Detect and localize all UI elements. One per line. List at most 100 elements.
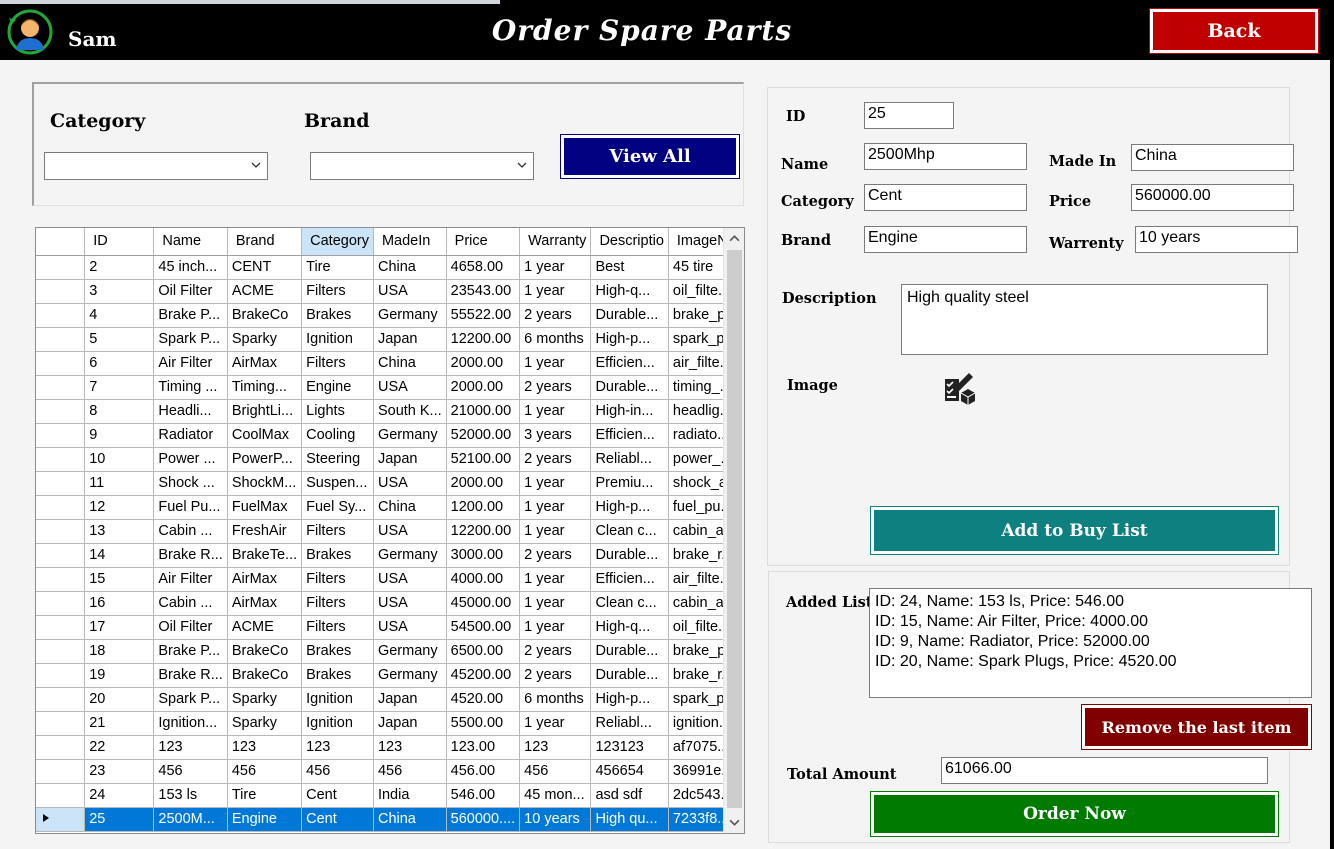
cell-descriptio[interactable]: Reliabl... (590, 711, 669, 736)
cell-madein[interactable]: Germany (373, 303, 447, 328)
cell-madein[interactable]: China (373, 495, 447, 520)
cell-madein[interactable]: China (373, 255, 447, 280)
cell-warranty[interactable]: 2 years (519, 375, 592, 400)
cell-id[interactable]: 10 (84, 447, 155, 472)
cell-price[interactable]: 3000.00 (446, 543, 521, 568)
cell-name[interactable]: Oil Filter (153, 279, 228, 304)
cell-category[interactable]: Steering (301, 447, 374, 472)
row-selector[interactable] (36, 639, 86, 664)
id-field[interactable]: 25 (864, 102, 954, 129)
cell-name[interactable]: Shock ... (153, 471, 228, 496)
cell-name[interactable]: Oil Filter (153, 615, 228, 640)
cell-category[interactable]: Cent (301, 807, 374, 832)
cell-name[interactable]: Power ... (153, 447, 228, 472)
cell-name[interactable]: Fuel Pu... (153, 495, 228, 520)
cell-brand[interactable]: ACME (227, 279, 303, 304)
cell-price[interactable]: 2000.00 (446, 471, 521, 496)
cell-name[interactable]: Air Filter (153, 351, 228, 376)
cell-brand[interactable]: BrightLi... (227, 399, 303, 424)
added-list-item[interactable]: ID: 9, Name: Radiator, Price: 52000.00 (875, 632, 1306, 652)
cell-category[interactable]: 456 (301, 759, 374, 784)
cell-category[interactable]: Fuel Sy... (301, 495, 374, 520)
cell-brand[interactable]: Engine (227, 807, 303, 832)
cell-warranty[interactable]: 1 year (519, 471, 592, 496)
cell-id[interactable]: 13 (84, 519, 155, 544)
cell-price[interactable]: 52000.00 (446, 423, 521, 448)
added-items-list[interactable]: ID: 24, Name: 153 ls, Price: 546.00 ID: 1… (869, 588, 1312, 698)
row-selector[interactable] (36, 423, 86, 448)
cell-price[interactable]: 21000.00 (446, 399, 521, 424)
cell-category[interactable]: Filters (301, 519, 374, 544)
cell-brand[interactable]: BrakeCo (227, 303, 303, 328)
row-selector[interactable] (36, 783, 86, 808)
cell-madein[interactable]: Japan (373, 711, 447, 736)
row-selector[interactable] (36, 471, 86, 496)
cell-madein[interactable]: Germany (373, 423, 447, 448)
cell-id[interactable]: 5 (84, 327, 155, 352)
cell-warranty[interactable]: 1 year (519, 711, 592, 736)
cell-warranty[interactable]: 2 years (519, 303, 592, 328)
cell-descriptio[interactable]: Efficien... (590, 423, 669, 448)
cell-id[interactable]: 2 (84, 255, 155, 280)
table-row[interactable]: 4 Brake P... BrakeCo Brakes Germany 55522.00 2… (36, 303, 744, 328)
cell-brand[interactable]: Sparky (227, 687, 303, 712)
cell-id[interactable]: 25 (84, 807, 155, 832)
cell-name[interactable]: Cabin ... (153, 591, 228, 616)
cell-id[interactable]: 14 (84, 543, 155, 568)
row-selector[interactable] (36, 567, 86, 592)
cell-warranty[interactable]: 2 years (519, 447, 592, 472)
cell-brand[interactable]: BrakeTe... (227, 543, 303, 568)
row-selector[interactable] (36, 495, 86, 520)
row-selector[interactable] (36, 327, 86, 352)
table-row[interactable]: 9 Radiator CoolMax Cooling Germany 52000.00 3 … (36, 423, 744, 448)
row-selector[interactable] (36, 255, 86, 280)
cell-price[interactable]: 546.00 (446, 783, 521, 808)
category-field[interactable]: Cent (864, 184, 1027, 211)
row-selector[interactable] (36, 519, 86, 544)
cell-name[interactable]: 2500M... (153, 807, 228, 832)
row-selector[interactable] (36, 447, 86, 472)
table-row[interactable]: 13 Cabin ... FreshAir Filters USA 12200.00 1 y… (36, 519, 744, 544)
cell-brand[interactable]: ACME (227, 615, 303, 640)
cell-category[interactable]: Filters (301, 351, 374, 376)
total-amount-field[interactable]: 61066.00 (941, 757, 1268, 784)
cell-brand[interactable]: AirMax (227, 591, 303, 616)
cell-warranty[interactable]: 6 months (519, 327, 592, 352)
cell-descriptio[interactable]: High-in... (590, 399, 669, 424)
parts-data-grid[interactable]: ID Name Brand Category MadeIn Price Warranty De… (35, 227, 745, 834)
cell-name[interactable]: Headli... (153, 399, 228, 424)
cell-name[interactable]: Brake R... (153, 543, 228, 568)
description-field[interactable]: High quality steel (901, 284, 1268, 355)
cell-id[interactable]: 12 (84, 495, 155, 520)
row-selector[interactable] (36, 807, 86, 832)
cell-brand[interactable]: Timing... (227, 375, 303, 400)
row-selector[interactable] (36, 303, 86, 328)
cell-descriptio[interactable]: Durable... (590, 303, 669, 328)
cell-madein[interactable]: Japan (373, 687, 447, 712)
cell-name[interactable]: Brake P... (153, 303, 228, 328)
row-selector[interactable] (36, 351, 86, 376)
cell-id[interactable]: 4 (84, 303, 155, 328)
cell-id[interactable]: 8 (84, 399, 155, 424)
price-field[interactable]: 560000.00 (1131, 184, 1294, 211)
cell-descriptio[interactable]: Clean c... (590, 519, 669, 544)
cell-price[interactable]: 6500.00 (446, 639, 521, 664)
scroll-thumb[interactable] (727, 250, 742, 808)
cell-category[interactable]: Engine (301, 375, 374, 400)
cell-warranty[interactable]: 3 years (519, 423, 592, 448)
row-selector[interactable] (36, 279, 86, 304)
cell-descriptio[interactable]: 123123 (590, 735, 669, 760)
row-selector[interactable] (36, 687, 86, 712)
cell-name[interactable]: Radiator (153, 423, 228, 448)
cell-id[interactable]: 23 (84, 759, 155, 784)
cell-madein[interactable]: South K... (373, 399, 447, 424)
cell-descriptio[interactable]: High-p... (590, 687, 669, 712)
table-row[interactable]: 12 Fuel Pu... FuelMax Fuel Sy... China 1200.0… (36, 495, 744, 520)
cell-madein[interactable]: USA (373, 375, 447, 400)
table-row[interactable]: 7 Timing ... Timing... Engine USA 2000.00 2 ye… (36, 375, 744, 400)
table-row[interactable]: 18 Brake P... BrakeCo Brakes Germany 6500.00 2… (36, 639, 744, 664)
cell-brand[interactable]: Sparky (227, 327, 303, 352)
row-selector[interactable] (36, 759, 86, 784)
column-header-category[interactable]: Category (301, 228, 374, 256)
cell-madein[interactable]: India (373, 783, 447, 808)
